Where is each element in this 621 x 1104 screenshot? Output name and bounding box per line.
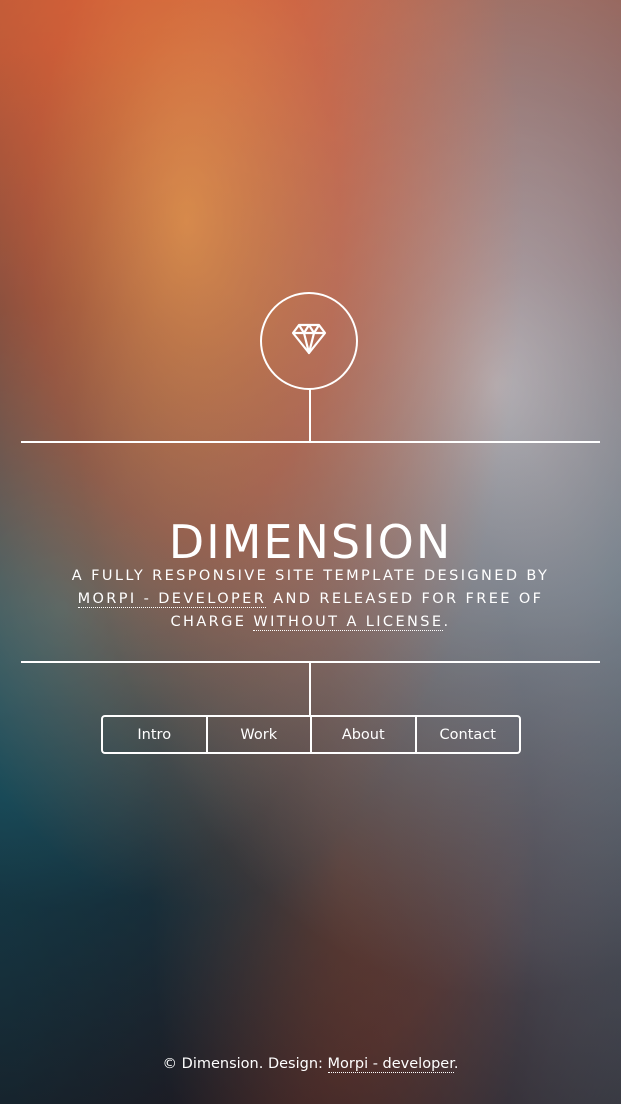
description-text-3: . [443, 613, 451, 630]
nav-work[interactable]: Work [208, 717, 312, 752]
license-link[interactable]: without a license [253, 613, 444, 631]
description-text-1: A fully responsive site template designe… [71, 567, 550, 584]
connector-line-top [309, 389, 311, 441]
site-title: DIMENSION [168, 514, 453, 569]
footer-end: . [453, 1056, 459, 1072]
designer-link[interactable]: Morpi - developer [77, 590, 267, 608]
logo [260, 292, 358, 390]
main-nav: Intro Work About Contact [101, 715, 521, 754]
nav-contact[interactable]: Contact [417, 717, 520, 752]
nav-about[interactable]: About [312, 717, 417, 752]
diamond-icon [291, 323, 327, 359]
nav-intro[interactable]: Intro [103, 717, 208, 752]
footer: © Dimension. Design: Morpi - developer. [0, 1056, 621, 1073]
site-description: A fully responsive site template designe… [40, 565, 581, 634]
connector-line-bottom [309, 662, 311, 716]
footer-copyright: © Dimension. Design: [162, 1056, 328, 1072]
footer-designer-link[interactable]: Morpi - developer [327, 1056, 454, 1073]
divider-top [21, 441, 600, 443]
